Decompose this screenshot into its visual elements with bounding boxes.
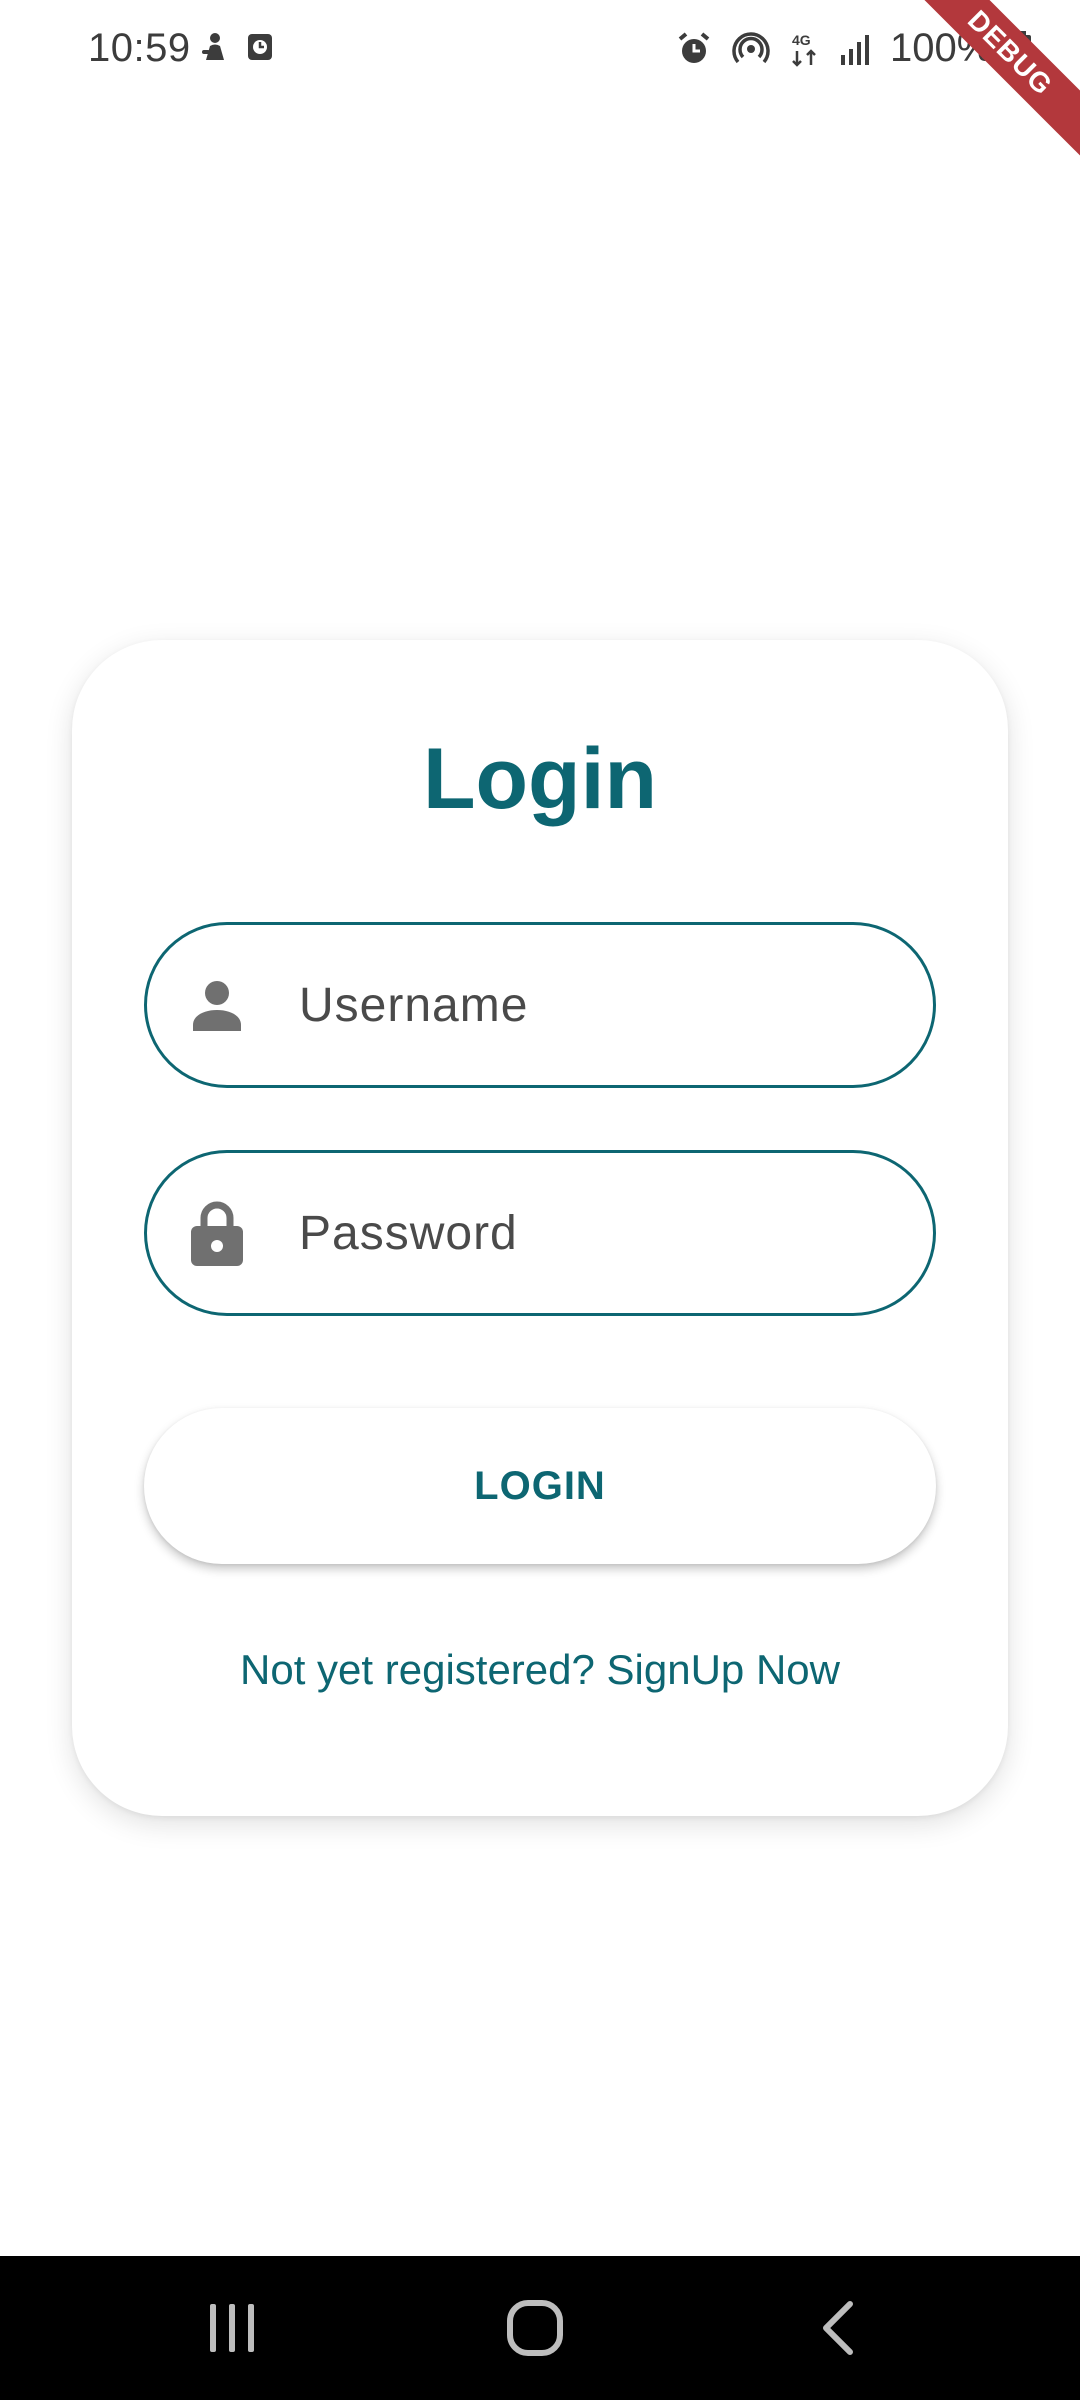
person-icon [189, 972, 245, 1038]
back-icon [823, 2301, 853, 2355]
status-time: 10:59 [88, 26, 191, 70]
4g-icon: 4G [790, 31, 820, 67]
login-button[interactable]: LOGIN [144, 1408, 936, 1564]
hotspot-icon [732, 31, 770, 67]
recents-icon [210, 2304, 254, 2352]
login-card: Login LOGIN Not yet registered? SignUp N… [72, 640, 1008, 1816]
lock-icon [189, 1200, 245, 1266]
alarm-icon [676, 31, 712, 67]
status-bar: 10:59 4G 100% [0, 0, 1080, 100]
clock-badge-icon [246, 32, 274, 67]
status-left-icons [200, 32, 274, 67]
home-icon [507, 2300, 563, 2356]
recents-button[interactable] [152, 2256, 312, 2400]
nav-bar [0, 2256, 1080, 2400]
signup-link[interactable]: Not yet registered? SignUp Now [72, 1646, 1008, 1694]
password-input[interactable] [299, 1153, 899, 1313]
home-button[interactable] [455, 2256, 615, 2400]
person-icon [200, 32, 228, 67]
back-button[interactable] [758, 2256, 918, 2400]
signal-icon [840, 33, 870, 65]
svg-text:4G: 4G [792, 32, 811, 48]
username-input[interactable] [299, 925, 899, 1085]
page-title: Login [422, 731, 658, 827]
username-field[interactable] [144, 922, 936, 1088]
password-field[interactable] [144, 1150, 936, 1316]
